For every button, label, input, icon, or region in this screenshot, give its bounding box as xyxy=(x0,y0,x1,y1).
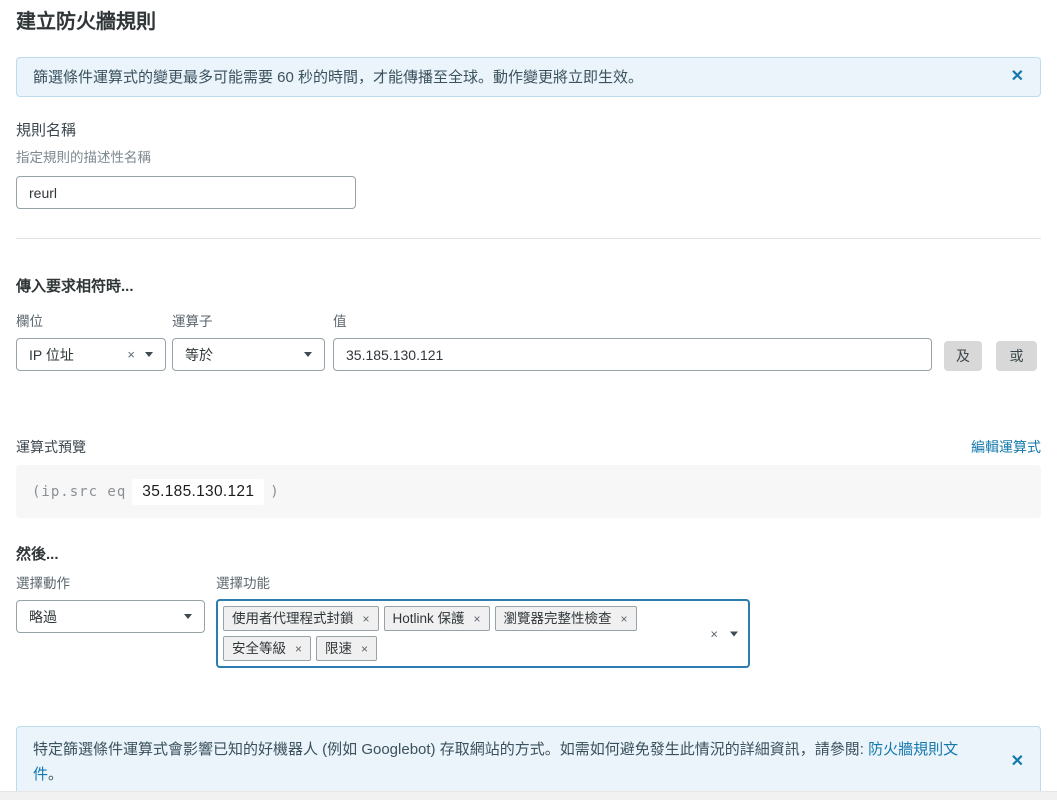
remove-tag-icon[interactable]: × xyxy=(621,613,628,625)
rule-name-label: 規則名稱 xyxy=(16,122,1041,140)
feature-tag-label: 瀏覽器完整性檢查 xyxy=(504,610,612,627)
features-label: 選擇功能 xyxy=(216,575,750,592)
then-section-heading: 然後... xyxy=(16,546,1041,564)
rule-name-description: 指定規則的描述性名稱 xyxy=(16,150,1041,166)
feature-tag: 安全等級 × xyxy=(223,636,311,661)
propagation-info-text: 篩選條件運算式的變更最多可能需要 60 秒的時間，才能傳播至全球。動作變更將立即… xyxy=(33,65,643,90)
expression-code-value: 35.185.130.121 xyxy=(132,479,264,505)
operator-group: 運算子 等於 xyxy=(172,313,325,371)
rule-name-input[interactable] xyxy=(16,176,356,209)
match-condition-row: 欄位 IP 位址 × 運算子 等於 值 及 或 xyxy=(16,313,1041,371)
warning-text-before-link: 特定篩選條件運算式會影響已知的好機器人 (例如 Googlebot) 存取網站的… xyxy=(33,741,868,758)
and-button[interactable]: 及 xyxy=(944,341,982,371)
chevron-down-icon xyxy=(145,352,153,357)
footer-strip xyxy=(0,791,1057,800)
field-clear-icon[interactable]: × xyxy=(127,348,145,361)
features-group: 選擇功能 使用者代理程式封鎖 × Hotlink 保護 × 瀏覽器完整性檢查 ×… xyxy=(216,575,750,668)
field-label: 欄位 xyxy=(16,313,166,330)
feature-tag: 使用者代理程式封鎖 × xyxy=(223,606,379,631)
feature-tag: 瀏覽器完整性檢查 × xyxy=(495,606,637,631)
googlebot-warning-text: 特定篩選條件運算式會影響已知的好機器人 (例如 Googlebot) 存取網站的… xyxy=(33,737,977,787)
action-label: 選擇動作 xyxy=(16,575,205,592)
chevron-down-icon xyxy=(304,352,312,357)
feature-tag-label: 安全等級 xyxy=(232,640,286,657)
googlebot-warning-banner: 特定篩選條件運算式會影響已知的好機器人 (例如 Googlebot) 存取網站的… xyxy=(16,726,1041,798)
expression-preview-header: 運算式預覽 編輯運算式 xyxy=(16,437,1041,457)
action-select-value: 略過 xyxy=(29,607,57,627)
feature-tag-label: Hotlink 保護 xyxy=(393,610,465,627)
section-divider xyxy=(16,238,1041,239)
match-section-heading: 傳入要求相符時... xyxy=(16,278,1041,296)
operator-label: 運算子 xyxy=(172,313,325,330)
value-label: 值 xyxy=(333,313,932,330)
field-group: 欄位 IP 位址 × xyxy=(16,313,166,371)
chevron-down-icon xyxy=(184,614,192,619)
value-input[interactable] xyxy=(333,338,932,371)
feature-tag-label: 使用者代理程式封鎖 xyxy=(232,610,354,627)
clear-all-icon[interactable]: × xyxy=(710,626,718,641)
multiselect-controls: × xyxy=(710,626,738,641)
propagation-info-banner: 篩選條件運算式的變更最多可能需要 60 秒的時間，才能傳播至全球。動作變更將立即… xyxy=(16,57,1041,97)
expression-code-prefix: (ip.src eq xyxy=(32,484,126,500)
edit-expression-link[interactable]: 編輯運算式 xyxy=(971,437,1041,457)
close-icon[interactable]: ✕ xyxy=(999,69,1024,85)
chevron-down-icon xyxy=(730,631,738,636)
action-select[interactable]: 略過 xyxy=(16,600,205,633)
value-group: 值 xyxy=(333,313,932,371)
remove-tag-icon[interactable]: × xyxy=(295,643,302,655)
feature-tag: Hotlink 保護 × xyxy=(384,606,490,631)
field-select[interactable]: IP 位址 × xyxy=(16,338,166,371)
close-icon[interactable]: ✕ xyxy=(999,754,1024,770)
remove-tag-icon[interactable]: × xyxy=(363,613,370,625)
operator-select[interactable]: 等於 xyxy=(172,338,325,371)
expression-preview-label: 運算式預覽 xyxy=(16,437,86,457)
features-multiselect[interactable]: 使用者代理程式封鎖 × Hotlink 保護 × 瀏覽器完整性檢查 × 安全等級… xyxy=(216,599,750,668)
expression-code-suffix: ) xyxy=(270,484,279,500)
field-select-value: IP 位址 xyxy=(29,345,74,365)
warning-text-after-link: 。 xyxy=(48,766,63,783)
action-group: 選擇動作 略過 xyxy=(16,575,205,633)
feature-tag: 限速 × xyxy=(316,636,377,661)
remove-tag-icon[interactable]: × xyxy=(474,613,481,625)
or-button[interactable]: 或 xyxy=(996,341,1037,371)
firewall-rule-form: 建立防火牆規則 篩選條件運算式的變更最多可能需要 60 秒的時間，才能傳播至全球… xyxy=(0,0,1057,798)
expression-preview-box: (ip.src eq 35.185.130.121 ) xyxy=(16,465,1041,518)
remove-tag-icon[interactable]: × xyxy=(361,643,368,655)
feature-tag-label: 限速 xyxy=(325,640,352,657)
operator-select-value: 等於 xyxy=(185,345,213,365)
page-title: 建立防火牆規則 xyxy=(16,0,1041,35)
then-row: 選擇動作 略過 選擇功能 使用者代理程式封鎖 × Hotlink 保護 × 瀏覽… xyxy=(16,575,1041,668)
